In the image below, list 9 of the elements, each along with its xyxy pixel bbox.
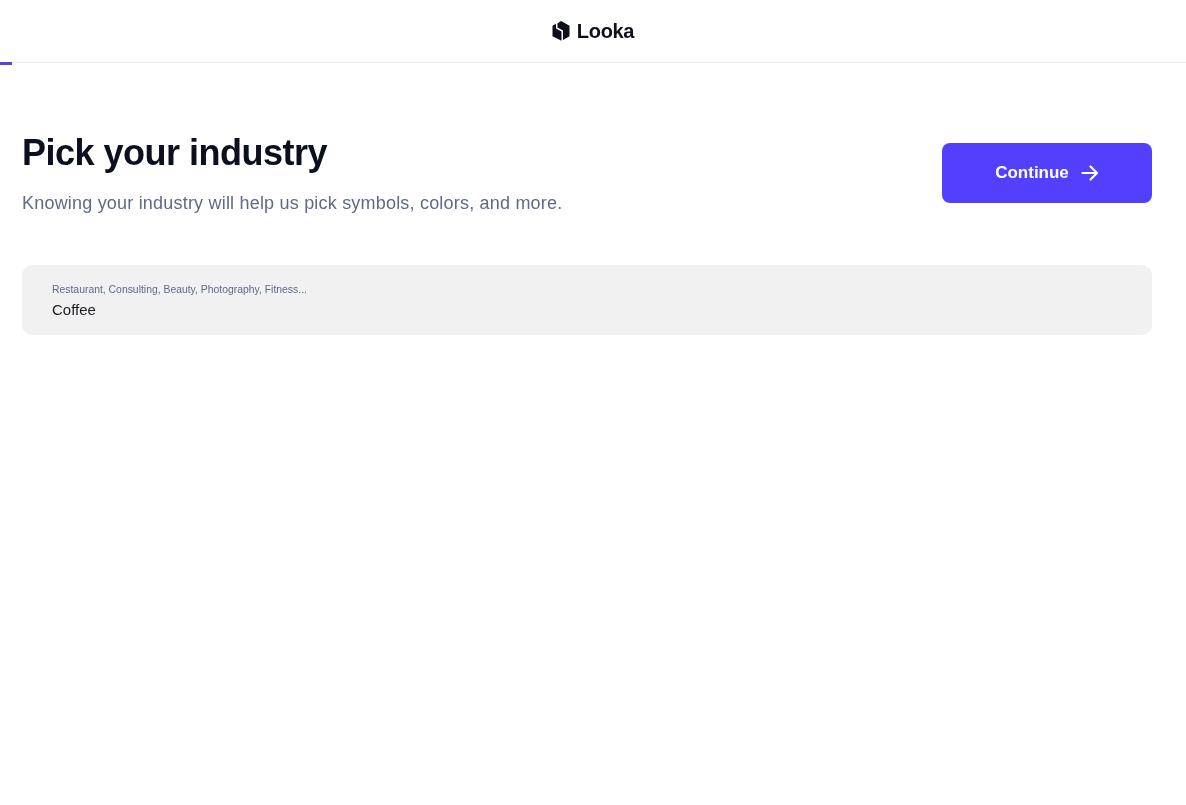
logo-icon: [551, 21, 570, 41]
page-title: Pick your industry: [22, 131, 329, 175]
field-label: Restaurant, Consulting, Beauty, Photography, Fitness...: [52, 283, 307, 296]
logo-text: Looka: [576, 19, 635, 43]
continue-button[interactable]: Continue: [942, 143, 1152, 203]
arrow-right-icon: [1080, 165, 1099, 181]
industry-input[interactable]: Coffee: [52, 300, 1122, 320]
page-subtitle: Knowing your industry will help us pick symbols, colors, and more.: [22, 192, 563, 215]
industry-field[interactable]: Restaurant, Consulting, Beauty, Photography, Fitness... Coffee: [22, 265, 1152, 335]
